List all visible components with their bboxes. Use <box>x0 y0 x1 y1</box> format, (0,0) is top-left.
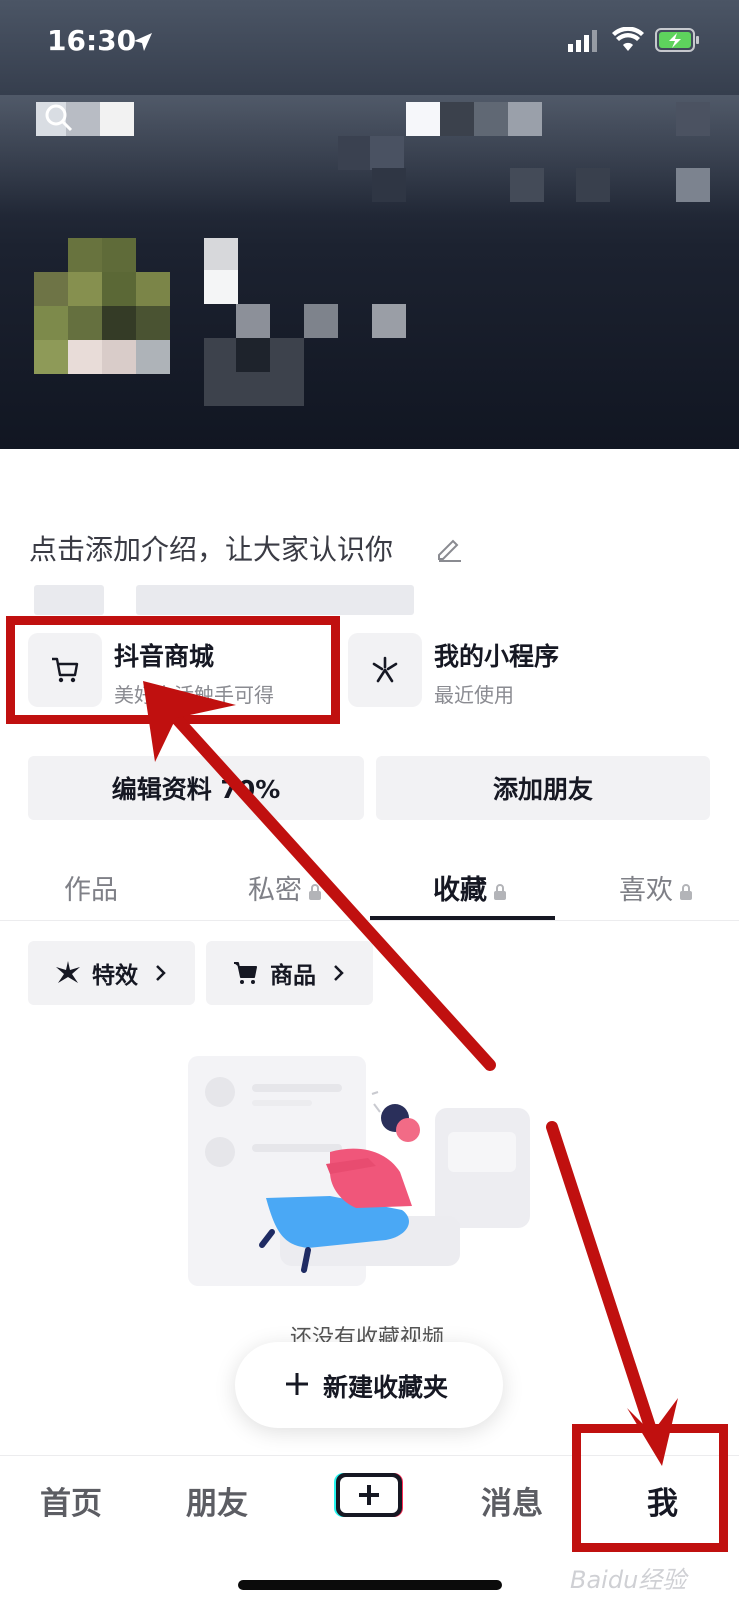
profile-intro-prompt[interactable]: 点击添加介绍，让大家认识你 <box>29 528 393 568</box>
mini-program-icon <box>372 656 398 683</box>
tab-favorites[interactable]: 收藏 <box>433 868 507 907</box>
entry-title: 我的小程序 <box>434 642 560 671</box>
chip-label: 特效 <box>92 963 138 989</box>
add-friends-button[interactable]: 添加朋友 <box>376 756 710 820</box>
tab-label: 喜欢 <box>619 875 673 906</box>
chip-label: 商品 <box>270 963 316 989</box>
blurred-info-bar <box>136 585 414 615</box>
mini-program-entry[interactable]: 我的小程序 最近使用 <box>348 633 648 711</box>
entry-subtitle: 最近使用 <box>434 683 514 707</box>
nav-home[interactable]: 首页 <box>40 1478 102 1523</box>
search-icon[interactable] <box>44 103 74 133</box>
profile-tabs: 作品 私密 收藏 喜欢 <box>0 850 739 921</box>
blurred-avatar <box>34 238 170 374</box>
active-tab-indicator <box>370 916 555 920</box>
mini-program-icon-tile <box>348 633 422 707</box>
tab-works[interactable]: 作品 <box>64 868 118 907</box>
nav-messages[interactable]: 消息 <box>481 1478 543 1523</box>
cart-icon <box>234 962 257 984</box>
tab-label: 作品 <box>64 875 118 906</box>
tab-label: 收藏 <box>433 875 487 906</box>
filter-products-chip[interactable]: 商品 <box>206 941 373 1005</box>
chevron-right-icon <box>156 965 166 981</box>
wifi-icon <box>612 27 644 51</box>
pencil-icon[interactable] <box>433 533 463 563</box>
status-bar: 16:30 <box>0 0 739 80</box>
tab-private[interactable]: 私密 <box>248 868 322 907</box>
baidu-watermark: Baidu经验 <box>570 1566 687 1594</box>
status-time: 16:30 <box>47 24 137 57</box>
new-folder-label: 新建收藏夹 <box>323 1373 449 1402</box>
lock-icon <box>309 883 321 900</box>
home-indicator <box>238 1580 502 1590</box>
profile-header-background: 16:30 <box>0 0 739 449</box>
blurred-info-bar <box>34 585 104 615</box>
lock-icon <box>494 883 506 900</box>
plus-icon <box>286 1373 308 1395</box>
lock-icon <box>680 883 692 900</box>
nav-friends[interactable]: 朋友 <box>186 1478 248 1523</box>
tab-likes[interactable]: 喜欢 <box>619 868 693 907</box>
annotation-box-mall <box>6 616 340 724</box>
edit-profile-button[interactable]: 编辑资料 70% <box>28 756 364 820</box>
filter-effects-chip[interactable]: 特效 <box>28 941 195 1005</box>
annotation-box-me <box>572 1424 728 1552</box>
new-collection-folder-button[interactable]: 新建收藏夹 <box>235 1342 503 1428</box>
tab-label: 私密 <box>248 875 302 906</box>
cellular-signal-icon <box>568 30 597 52</box>
location-arrow-icon <box>134 33 152 51</box>
effects-icon <box>56 961 80 983</box>
create-post-plus-icon[interactable] <box>334 1470 406 1520</box>
battery-charging-icon <box>655 28 699 52</box>
empty-favorites-illustration <box>188 1056 530 1286</box>
chevron-right-icon <box>334 965 344 981</box>
